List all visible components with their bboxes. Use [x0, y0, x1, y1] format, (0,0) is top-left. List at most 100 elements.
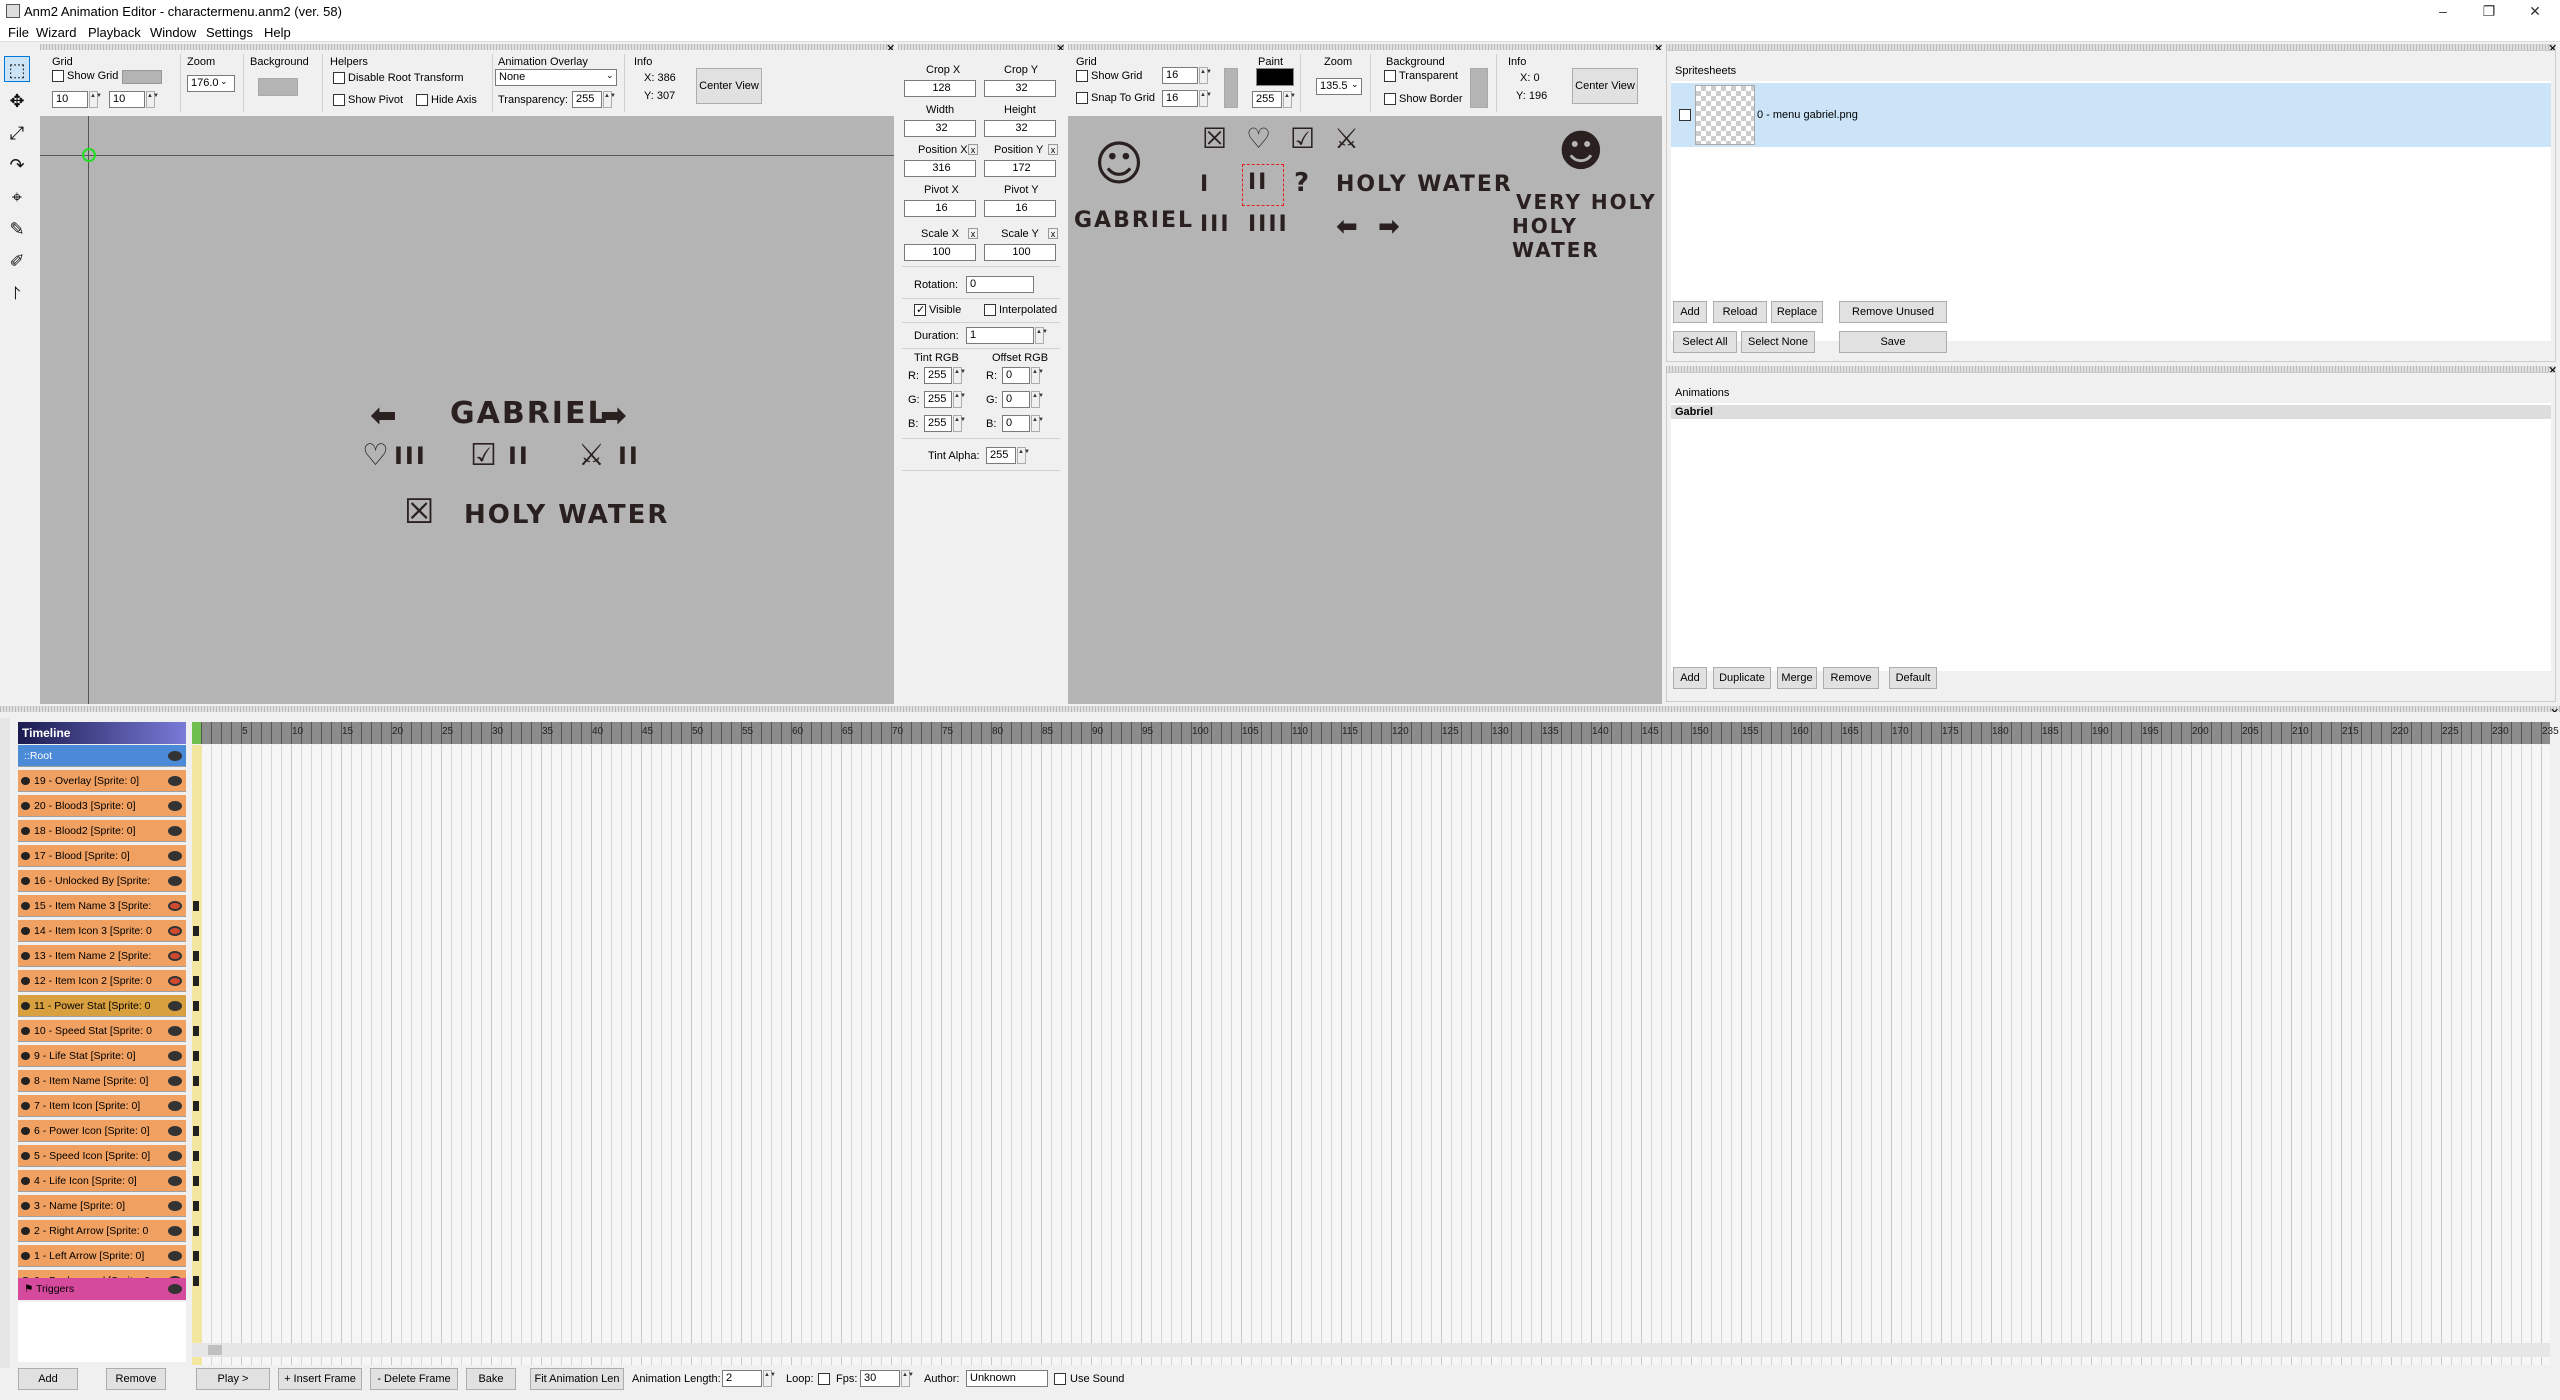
crop-x-input[interactable]: 128: [904, 80, 976, 97]
keyframe[interactable]: [193, 1051, 199, 1061]
fps-input[interactable]: 30: [860, 1370, 900, 1387]
offset-b-input[interactable]: 0: [1002, 415, 1030, 432]
tint-b-input[interactable]: 255: [924, 415, 952, 432]
grid-width-input[interactable]: 10: [52, 91, 88, 108]
menu-file[interactable]: File: [8, 25, 29, 40]
animation-canvas[interactable]: ⬅ GABRIEL ➡ ♡ III ☑ II ⚔ II ☒ HOLY WATER: [40, 116, 894, 704]
keyframe[interactable]: [193, 1226, 199, 1236]
eye-icon[interactable]: [168, 826, 182, 836]
triggers-layer[interactable]: ⚑ Triggers: [18, 1278, 186, 1300]
layer-row[interactable]: 11 - Power Stat [Sprite: 0: [18, 995, 186, 1017]
rotate-icon[interactable]: ↷: [4, 152, 30, 178]
menu-settings[interactable]: Settings: [206, 25, 253, 40]
layer-row[interactable]: 6 - Power Icon [Sprite: 0]: [18, 1120, 186, 1142]
eye-icon[interactable]: [168, 1076, 182, 1086]
spin-buttons[interactable]: ▲▼: [1031, 391, 1044, 408]
list-item[interactable]: 0 - menu gabriel.png: [1671, 83, 2551, 147]
keyframe[interactable]: [193, 901, 199, 911]
animation-length-input[interactable]: 2: [722, 1370, 762, 1387]
spin-buttons[interactable]: ▲▼: [1283, 91, 1296, 108]
eye-icon[interactable]: [168, 1251, 182, 1261]
select-none-button[interactable]: Select None: [1741, 331, 1815, 353]
spin-buttons[interactable]: ▲▼: [763, 1370, 776, 1387]
remove-layer-button[interactable]: Remove: [106, 1368, 166, 1390]
show-grid-checkbox[interactable]: [1076, 70, 1088, 82]
list-item[interactable]: Gabriel: [1671, 405, 2551, 419]
root-pivot-icon[interactable]: [82, 148, 96, 162]
grid-height-input[interactable]: 16: [1162, 90, 1198, 107]
layer-row[interactable]: 3 - Name [Sprite: 0]: [18, 1195, 186, 1217]
tint-alpha-input[interactable]: 255: [986, 447, 1016, 464]
spin-buttons[interactable]: ▲▼: [1199, 90, 1212, 107]
reset-icon[interactable]: x: [968, 144, 978, 155]
width-input[interactable]: 32: [904, 120, 976, 137]
overlay-select[interactable]: None: [495, 69, 617, 86]
disable-root-checkbox[interactable]: [333, 72, 345, 84]
reset-icon[interactable]: x: [968, 228, 978, 239]
layer-row[interactable]: 15 - Item Name 3 [Sprite:: [18, 895, 186, 917]
paint-color-swatch[interactable]: [1256, 68, 1294, 86]
keyframe[interactable]: [193, 976, 199, 986]
layer-row[interactable]: 13 - Item Name 2 [Sprite:: [18, 945, 186, 967]
reload-button[interactable]: Reload: [1713, 301, 1767, 323]
grid-height-input[interactable]: 10: [109, 91, 145, 108]
show-grid-checkbox[interactable]: [52, 70, 64, 82]
layer-row[interactable]: 9 - Life Stat [Sprite: 0]: [18, 1045, 186, 1067]
eye-icon[interactable]: [168, 851, 182, 861]
crop-y-input[interactable]: 32: [984, 80, 1056, 97]
minimize-icon[interactable]: –: [2420, 0, 2466, 22]
background-color-swatch[interactable]: [258, 78, 298, 96]
spin-buttons[interactable]: ▲▼: [1035, 327, 1048, 344]
add-animation-button[interactable]: Add: [1673, 667, 1707, 689]
menu-playback[interactable]: Playback: [88, 25, 141, 40]
delete-frame-button[interactable]: - Delete Frame: [370, 1368, 458, 1390]
move-icon[interactable]: ✥: [4, 88, 30, 114]
layer-row[interactable]: 14 - Item Icon 3 [Sprite: 0: [18, 920, 186, 942]
keyframe[interactable]: [193, 1176, 199, 1186]
menu-help[interactable]: Help: [264, 25, 291, 40]
frame-grid[interactable]: [192, 745, 2550, 1365]
keyframe[interactable]: [193, 1101, 199, 1111]
spin-buttons[interactable]: ▲▼: [901, 1370, 914, 1387]
eye-icon[interactable]: [168, 1001, 182, 1011]
spin-buttons[interactable]: ▲▼: [953, 367, 966, 384]
position-x-input[interactable]: 316: [904, 160, 976, 177]
layer-row[interactable]: 10 - Speed Stat [Sprite: 0: [18, 1020, 186, 1042]
hide-axis-checkbox[interactable]: [416, 94, 428, 106]
layer-row[interactable]: 19 - Overlay [Sprite: 0]: [18, 770, 186, 792]
eye-icon[interactable]: [168, 801, 182, 811]
spin-buttons[interactable]: ▲▼: [603, 91, 616, 108]
layer-row[interactable]: 8 - Item Name [Sprite: 0]: [18, 1070, 186, 1092]
reset-icon[interactable]: x: [1048, 228, 1058, 239]
show-border-checkbox[interactable]: [1384, 93, 1396, 105]
remove-unused-button[interactable]: Remove Unused: [1839, 301, 1947, 323]
save-button[interactable]: Save: [1839, 331, 1947, 353]
eye-icon[interactable]: [168, 1226, 182, 1236]
layer-scrollbar[interactable]: [0, 718, 10, 1368]
eye-icon[interactable]: [168, 1201, 182, 1211]
grid-color-swatch[interactable]: [1224, 68, 1238, 108]
play-button[interactable]: Play >: [196, 1368, 270, 1390]
eye-icon[interactable]: [168, 901, 182, 911]
spritesheet-checkbox[interactable]: [1679, 109, 1691, 121]
eye-icon[interactable]: [168, 1126, 182, 1136]
position-y-input[interactable]: 172: [984, 160, 1056, 177]
scale-x-input[interactable]: 100: [904, 244, 976, 261]
spin-buttons[interactable]: ▲▼: [1031, 367, 1044, 384]
layer-row[interactable]: 7 - Item Icon [Sprite: 0]: [18, 1095, 186, 1117]
keyframe[interactable]: [193, 1001, 199, 1011]
keyframe[interactable]: [193, 1276, 199, 1286]
eye-icon[interactable]: [168, 1051, 182, 1061]
keyframe[interactable]: [193, 1251, 199, 1261]
spin-buttons[interactable]: ▲▼: [953, 415, 966, 432]
select-all-button[interactable]: Select All: [1673, 331, 1737, 353]
eye-icon[interactable]: [168, 951, 182, 961]
reset-icon[interactable]: x: [1048, 144, 1058, 155]
remove-animation-button[interactable]: Remove: [1823, 667, 1879, 689]
layer-row[interactable]: 20 - Blood3 [Sprite: 0]: [18, 795, 186, 817]
eye-icon[interactable]: [168, 751, 182, 761]
close-icon[interactable]: ✕: [2512, 0, 2558, 22]
layer-row[interactable]: 12 - Item Icon 2 [Sprite: 0: [18, 970, 186, 992]
interpolated-checkbox[interactable]: [984, 304, 996, 316]
paint-alpha-input[interactable]: 255: [1252, 91, 1282, 108]
